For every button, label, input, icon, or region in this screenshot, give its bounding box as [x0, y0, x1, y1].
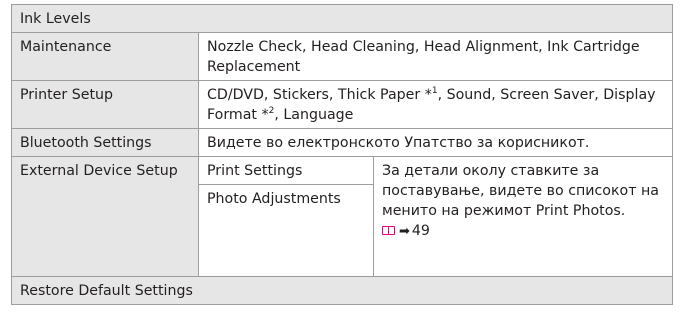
right-arrow-icon: ➡ — [399, 224, 410, 239]
page-number: 49 — [411, 223, 430, 239]
printer-setup-label: Printer Setup — [11, 80, 199, 129]
ink-levels-row: Ink Levels — [11, 4, 673, 33]
table-row: Restore Default Settings — [11, 276, 673, 305]
bluetooth-settings-value: Видете во електронското Упатство за кори… — [198, 128, 673, 157]
book-icon — [382, 226, 395, 235]
table-row: Printer Setup CD/DVD, Stickers, Thick Pa… — [11, 80, 673, 129]
settings-menu-table: Ink Levels Maintenance Nozzle Check, Hea… — [11, 4, 673, 305]
printer-setup-value: CD/DVD, Stickers, Thick Paper *1, Sound,… — [198, 80, 673, 129]
maintenance-value: Nozzle Check, Head Cleaning, Head Alignm… — [198, 32, 673, 81]
external-device-setup-label: External Device Setup — [11, 156, 199, 277]
table-row: External Device Setup Print Settings За … — [11, 156, 673, 277]
table-row: Ink Levels — [11, 4, 673, 33]
external-device-note-text: За детали околу ставките за поставување,… — [382, 163, 659, 219]
printer-setup-text-1: CD/DVD, Stickers, Thick Paper * — [207, 87, 432, 103]
page-reference: ➡ 49 — [382, 223, 430, 239]
printer-setup-text-3: , Language — [274, 107, 354, 123]
table-row: Bluetooth Settings Видете во електронско… — [11, 128, 673, 157]
photo-adjustments-item: Photo Adjustments — [198, 184, 374, 277]
restore-default-settings-row: Restore Default Settings — [11, 276, 673, 305]
external-device-note: За детали околу ставките за поставување,… — [373, 156, 673, 277]
print-settings-item: Print Settings — [198, 156, 374, 185]
table-row: Maintenance Nozzle Check, Head Cleaning,… — [11, 32, 673, 81]
maintenance-label: Maintenance — [11, 32, 199, 81]
bluetooth-settings-label: Bluetooth Settings — [11, 128, 199, 157]
